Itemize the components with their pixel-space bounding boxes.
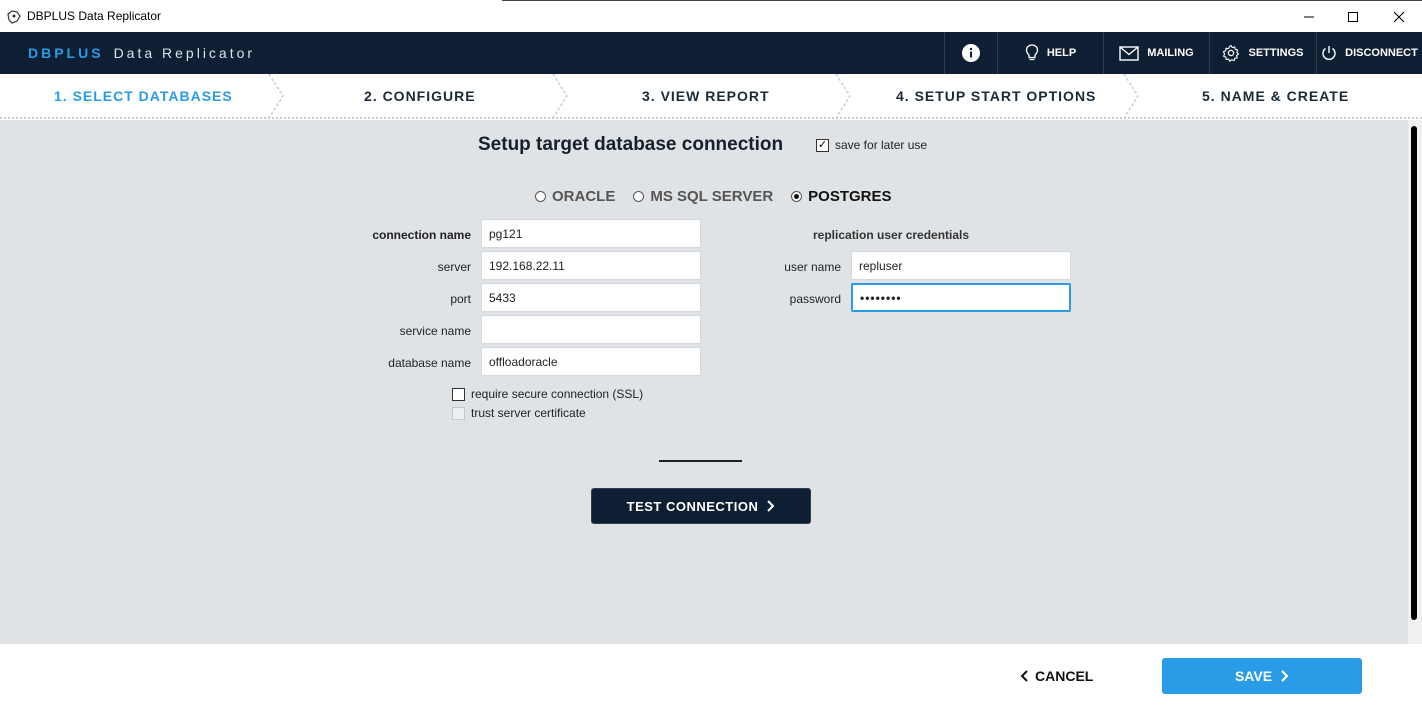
trust-certificate-label: trust server certificate	[471, 406, 586, 420]
save-button[interactable]: SAVE	[1162, 658, 1362, 694]
service-name-input[interactable]	[481, 315, 701, 344]
page-title: Setup target database connection	[478, 134, 784, 155]
scrollbar-thumb[interactable]	[1411, 126, 1417, 620]
cancel-label: CANCEL	[1035, 668, 1094, 684]
radio-dot[interactable]	[633, 191, 645, 202]
window-titlebar: DBPLUS Data Replicator	[0, 0, 1422, 32]
test-connection-label: TEST CONNECTION	[626, 498, 759, 514]
mailing-button[interactable]: MAILING	[1103, 32, 1209, 74]
brand-primary: DBPLUS	[28, 45, 104, 61]
trust-certificate-checkbox: trust server certificate	[452, 406, 586, 420]
step-separator-icon	[552, 74, 568, 118]
section-divider	[659, 460, 742, 462]
disconnect-button[interactable]: DISCONNECT	[1316, 32, 1422, 74]
save-for-later-label: save for later use	[835, 138, 928, 152]
user-name-label: user name	[784, 260, 841, 274]
cancel-button[interactable]: CANCEL	[1020, 668, 1093, 684]
test-connection-button[interactable]: TEST CONNECTION	[591, 488, 811, 524]
password-label: password	[789, 292, 841, 306]
password-input[interactable]: ••••••••	[851, 283, 1071, 312]
radio-postgres[interactable]: POSTGRES	[791, 188, 892, 205]
server-label: server	[437, 260, 471, 274]
radio-dot-selected[interactable]	[791, 191, 803, 202]
connection-name-input[interactable]: pg121	[481, 219, 701, 248]
mailing-label: MAILING	[1147, 47, 1194, 59]
settings-button[interactable]: SETTINGS	[1209, 32, 1316, 74]
radio-postgres-label: POSTGRES	[808, 188, 892, 205]
step-separator-icon	[1123, 74, 1139, 118]
checkbox-unchecked[interactable]	[452, 387, 465, 401]
lightbulb-icon	[1025, 44, 1038, 61]
user-name-input[interactable]: repluser	[851, 251, 1071, 280]
radio-oracle[interactable]: ORACLE	[535, 188, 615, 205]
credentials-heading: replication user credentials	[813, 228, 970, 242]
step-separator-icon	[835, 74, 851, 118]
chevron-right-icon	[767, 500, 775, 512]
step-separator-icon	[268, 74, 284, 118]
radio-mssql-label: MS SQL SERVER	[650, 188, 774, 205]
database-name-input[interactable]: offloadoracle	[481, 347, 701, 376]
settings-label: SETTINGS	[1248, 47, 1304, 59]
power-icon	[1322, 46, 1336, 60]
wizard-steps: 1. SELECT DATABASES 2. CONFIGURE 3. VIEW…	[0, 74, 1422, 119]
step-name-create[interactable]: 5. NAME & CREATE	[1202, 88, 1349, 104]
vertical-scrollbar[interactable]	[1408, 120, 1422, 644]
connection-name-label: connection name	[372, 228, 471, 242]
chevron-right-icon	[1281, 670, 1289, 682]
info-button[interactable]	[944, 32, 997, 74]
port-input[interactable]: 5433	[481, 283, 701, 312]
mail-icon	[1119, 45, 1139, 61]
close-icon	[1393, 11, 1405, 23]
require-ssl-label: require secure connection (SSL)	[471, 387, 644, 401]
gear-icon	[1223, 44, 1240, 62]
help-label: HELP	[1046, 47, 1077, 59]
step-configure[interactable]: 2. CONFIGURE	[364, 88, 476, 104]
radio-oracle-label: ORACLE	[552, 188, 616, 205]
maximize-icon	[1348, 12, 1358, 22]
step-select-databases[interactable]: 1. SELECT DATABASES	[54, 88, 233, 104]
maximize-button[interactable]	[1330, 1, 1376, 33]
minimize-button[interactable]	[1286, 1, 1332, 33]
database-name-label: database name	[388, 356, 471, 370]
step-view-report[interactable]: 3. VIEW REPORT	[642, 88, 770, 104]
help-button[interactable]: HELP	[997, 32, 1103, 74]
step-setup-start-options[interactable]: 4. SETUP START OPTIONS	[896, 88, 1096, 104]
info-icon	[962, 44, 980, 62]
save-label: SAVE	[1234, 668, 1273, 684]
close-window-button[interactable]	[1376, 1, 1422, 33]
app-logo-icon	[7, 10, 21, 24]
footer-bar: CANCEL SAVE	[0, 644, 1422, 708]
checkbox-checked[interactable]: ✓	[816, 138, 829, 152]
save-for-later-checkbox[interactable]: ✓ save for later use	[816, 138, 927, 152]
disconnect-label: DISCONNECT	[1345, 47, 1418, 59]
port-label: port	[450, 292, 471, 306]
radio-mssql[interactable]: MS SQL SERVER	[633, 188, 773, 205]
checkbox-disabled	[452, 406, 465, 420]
brand-logo: DBPLUS Data Replicator	[28, 45, 255, 61]
require-ssl-checkbox[interactable]: require secure connection (SSL)	[452, 387, 643, 401]
window-title: DBPLUS Data Replicator	[27, 9, 162, 23]
service-name-label: service name	[399, 324, 471, 338]
brand-secondary: Data Replicator	[113, 45, 256, 61]
minimize-icon	[1304, 16, 1314, 18]
server-input[interactable]: 192.168.22.11	[481, 251, 701, 280]
chevron-left-icon	[1020, 670, 1028, 682]
radio-dot[interactable]	[535, 191, 546, 202]
titlebar-accent-line	[0, 0, 502, 1]
db-type-radio-group: ORACLE MS SQL SERVER POSTGRES	[535, 188, 892, 205]
app-header: DBPLUS Data Replicator HELP MAILING SETTI…	[0, 32, 1422, 74]
